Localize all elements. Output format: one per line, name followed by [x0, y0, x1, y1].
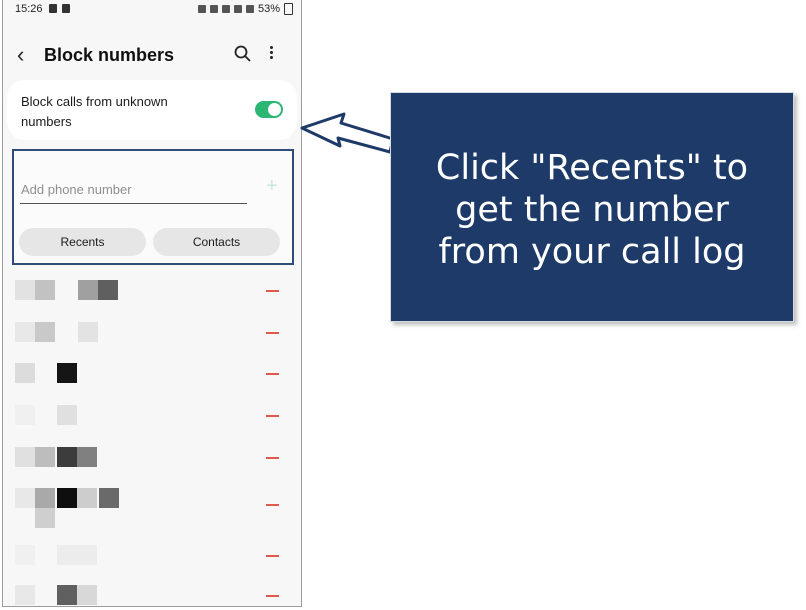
blocked-number-row [3, 322, 301, 344]
alarm-icon [197, 5, 206, 13]
more-options-icon[interactable] [265, 44, 277, 64]
remove-number-button[interactable] [266, 595, 279, 597]
callout-line-3: from your call log [438, 232, 746, 272]
remove-number-button[interactable] [266, 415, 279, 417]
block-unknown-card[interactable]: Block calls from unknown numbers [7, 80, 297, 140]
blocked-number-row [3, 585, 301, 606]
app-bar: ‹ Block numbers [3, 36, 301, 76]
callout-line-1: Click "Recents" to [435, 148, 749, 188]
linkedin-notification-icon [62, 4, 70, 13]
add-phone-number-input[interactable] [20, 175, 247, 204]
add-number-section: + Recents Contacts [12, 149, 294, 265]
remove-number-button[interactable] [266, 504, 279, 506]
signal-icon [233, 5, 242, 13]
blocked-number-row [3, 447, 301, 469]
callout-line-2: get the number [455, 190, 729, 230]
blocked-number-row [3, 545, 301, 567]
remove-number-button[interactable] [266, 332, 279, 334]
signal-icon-2 [245, 5, 254, 13]
status-icons: 53% [197, 3, 293, 15]
phone-screen: 15:26 53% ‹ Block numbers Block calls fr… [2, 0, 302, 607]
status-bar: 15:26 53% [3, 0, 301, 20]
block-unknown-label: Block calls from unknown numbers [21, 94, 168, 129]
callout-arrow-icon [300, 112, 395, 154]
remove-number-button[interactable] [266, 555, 279, 557]
wifi-icon [221, 5, 230, 13]
battery-percent: 53% [257, 3, 280, 15]
back-arrow-icon[interactable]: ‹ [17, 42, 24, 68]
blocked-number-row [3, 363, 301, 385]
recents-button[interactable]: Recents [19, 228, 146, 256]
blocked-number-row [3, 488, 301, 530]
contacts-button[interactable]: Contacts [153, 228, 280, 256]
search-icon[interactable] [233, 44, 253, 64]
mute-icon [209, 5, 218, 13]
page-title: Block numbers [44, 45, 175, 65]
status-time: 15:26 [15, 3, 43, 15]
block-unknown-toggle[interactable] [255, 101, 283, 118]
remove-number-button[interactable] [266, 290, 279, 292]
blocked-number-row [3, 280, 301, 302]
gallery-notification-icon [49, 4, 57, 13]
battery-icon [284, 3, 293, 15]
callout-banner: Click "Recents" to get the number from y… [390, 92, 794, 322]
blocked-number-row [3, 405, 301, 427]
remove-number-button[interactable] [266, 457, 279, 459]
remove-number-button[interactable] [266, 373, 279, 375]
add-plus-icon[interactable]: + [266, 175, 278, 198]
